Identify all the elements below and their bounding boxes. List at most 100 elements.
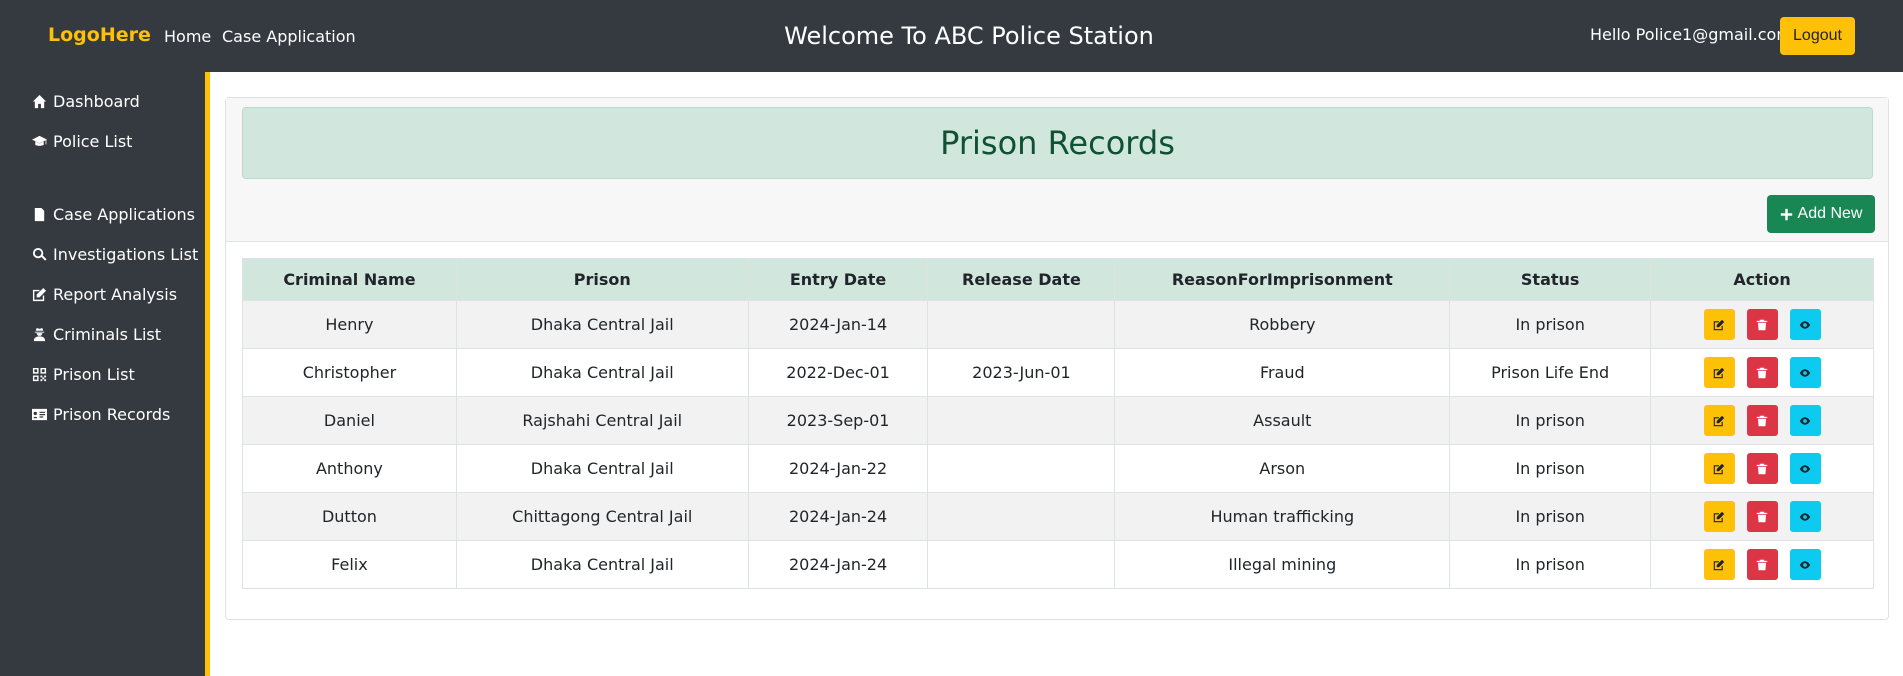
release-date-cell bbox=[927, 492, 1116, 541]
sidebar: Dashboard Police List Case Applications … bbox=[0, 72, 210, 676]
sidebar-item-label: Report Analysis bbox=[53, 285, 178, 304]
prison-cell: Dhaka Central Jail bbox=[455, 348, 749, 397]
sidebar-item-dashboard[interactable]: Dashboard bbox=[32, 92, 140, 111]
edit-button[interactable] bbox=[1703, 549, 1735, 580]
release-date-cell bbox=[927, 444, 1116, 493]
criminal-name-cell: Christopher bbox=[242, 348, 457, 397]
criminal-name-cell: Dutton bbox=[242, 492, 457, 541]
trash-icon bbox=[1756, 319, 1768, 330]
table-row: Daniel Rajshahi Central Jail 2023-Sep-01… bbox=[242, 396, 1874, 445]
status-cell: In prison bbox=[1449, 540, 1652, 589]
edit-button[interactable] bbox=[1703, 453, 1735, 484]
entry-date-cell: 2024-Jan-24 bbox=[747, 492, 929, 541]
page-title-banner: Prison Records bbox=[242, 107, 1873, 179]
delete-button[interactable] bbox=[1746, 309, 1778, 340]
column-header: Entry Date bbox=[747, 258, 929, 301]
edit-icon bbox=[1713, 367, 1725, 378]
sidebar-item-report-analysis[interactable]: Report Analysis bbox=[32, 285, 177, 304]
prison-cell: Chittagong Central Jail bbox=[455, 492, 749, 541]
release-date-cell: 2023-Jun-01 bbox=[927, 348, 1116, 397]
action-cell bbox=[1650, 540, 1874, 589]
table-row: Felix Dhaka Central Jail 2024-Jan-24 Ill… bbox=[242, 540, 1874, 589]
sidebar-item-label: Prison Records bbox=[53, 405, 171, 424]
edit-icon bbox=[1713, 463, 1725, 474]
trash-icon bbox=[1756, 367, 1768, 378]
delete-button[interactable] bbox=[1746, 453, 1778, 484]
status-cell: In prison bbox=[1449, 396, 1652, 445]
reason-cell: Robbery bbox=[1114, 300, 1451, 349]
view-button[interactable] bbox=[1789, 309, 1821, 340]
prison-cell: Dhaka Central Jail bbox=[455, 540, 749, 589]
user-secret-icon bbox=[33, 327, 46, 342]
reason-cell: Fraud bbox=[1114, 348, 1451, 397]
action-cell bbox=[1650, 396, 1874, 445]
card-header: Prison Records Add New bbox=[226, 98, 1888, 242]
trash-icon bbox=[1756, 559, 1768, 570]
entry-date-cell: 2023-Sep-01 bbox=[747, 396, 929, 445]
prison-records-card: Prison Records Add New Criminal Name Pri… bbox=[225, 97, 1889, 620]
table-row: Dutton Chittagong Central Jail 2024-Jan-… bbox=[242, 492, 1874, 541]
edit-button[interactable] bbox=[1703, 357, 1735, 388]
prison-cell: Dhaka Central Jail bbox=[455, 444, 749, 493]
view-button[interactable] bbox=[1789, 405, 1821, 436]
criminal-name-cell: Anthony bbox=[242, 444, 457, 493]
column-header: Criminal Name bbox=[242, 258, 457, 301]
edit-button[interactable] bbox=[1703, 405, 1735, 436]
table-header-row: Criminal Name Prison Entry Date Release … bbox=[242, 258, 1874, 301]
eye-icon bbox=[1799, 416, 1811, 425]
logout-button[interactable]: Logout bbox=[1780, 17, 1855, 55]
sidebar-item-police-list[interactable]: Police List bbox=[32, 132, 132, 151]
delete-button[interactable] bbox=[1746, 405, 1778, 436]
sidebar-item-label: Police List bbox=[53, 132, 133, 151]
top-navbar: LogoHere Home Case Application Welcome T… bbox=[0, 0, 1903, 72]
entry-date-cell: 2024-Jan-24 bbox=[747, 540, 929, 589]
delete-button[interactable] bbox=[1746, 357, 1778, 388]
reason-cell: Human trafficking bbox=[1114, 492, 1451, 541]
prison-records-table: Criminal Name Prison Entry Date Release … bbox=[242, 258, 1874, 589]
file-icon bbox=[34, 207, 45, 222]
edit-icon bbox=[1713, 511, 1725, 522]
delete-button[interactable] bbox=[1746, 549, 1778, 580]
trash-icon bbox=[1756, 415, 1768, 426]
edit-button[interactable] bbox=[1703, 501, 1735, 532]
eye-icon bbox=[1799, 512, 1811, 521]
action-cell bbox=[1650, 300, 1874, 349]
view-button[interactable] bbox=[1789, 501, 1821, 532]
eye-icon bbox=[1799, 368, 1811, 377]
entry-date-cell: 2024-Jan-22 bbox=[747, 444, 929, 493]
column-header: ReasonForImprisonment bbox=[1114, 258, 1451, 301]
reason-cell: Illegal mining bbox=[1114, 540, 1451, 589]
eye-icon bbox=[1799, 320, 1811, 329]
edit-button[interactable] bbox=[1703, 309, 1735, 340]
edit-icon bbox=[1713, 319, 1725, 330]
entry-date-cell: 2022-Dec-01 bbox=[747, 348, 929, 397]
sidebar-item-prison-list[interactable]: Prison List bbox=[32, 365, 135, 384]
status-cell: In prison bbox=[1449, 300, 1652, 349]
release-date-cell bbox=[927, 540, 1116, 589]
home-icon bbox=[32, 94, 47, 109]
trash-icon bbox=[1756, 511, 1768, 522]
edit-icon bbox=[32, 287, 47, 302]
release-date-cell bbox=[927, 300, 1116, 349]
action-cell bbox=[1650, 444, 1874, 493]
action-cell bbox=[1650, 348, 1874, 397]
reason-cell: Assault bbox=[1114, 396, 1451, 445]
prison-cell: Dhaka Central Jail bbox=[455, 300, 749, 349]
user-greeting: Hello Police1@gmail.com! bbox=[1590, 25, 1799, 44]
add-new-label: Add New bbox=[1797, 205, 1863, 222]
sidebar-item-prison-records[interactable]: Prison Records bbox=[32, 405, 170, 424]
criminal-name-cell: Henry bbox=[242, 300, 457, 349]
delete-button[interactable] bbox=[1746, 501, 1778, 532]
prison-cell: Rajshahi Central Jail bbox=[455, 396, 749, 445]
view-button[interactable] bbox=[1789, 453, 1821, 484]
view-button[interactable] bbox=[1789, 357, 1821, 388]
edit-icon bbox=[1713, 415, 1725, 426]
sidebar-item-investigations-list[interactable]: Investigations List bbox=[32, 245, 198, 264]
sidebar-item-criminals-list[interactable]: Criminals List bbox=[32, 325, 161, 344]
add-new-button[interactable]: Add New bbox=[1767, 195, 1875, 233]
sidebar-item-label: Dashboard bbox=[53, 92, 140, 111]
id-card-icon bbox=[32, 408, 47, 421]
sidebar-item-case-applications[interactable]: Case Applications bbox=[32, 205, 195, 224]
column-header: Action bbox=[1650, 258, 1874, 301]
view-button[interactable] bbox=[1789, 549, 1821, 580]
